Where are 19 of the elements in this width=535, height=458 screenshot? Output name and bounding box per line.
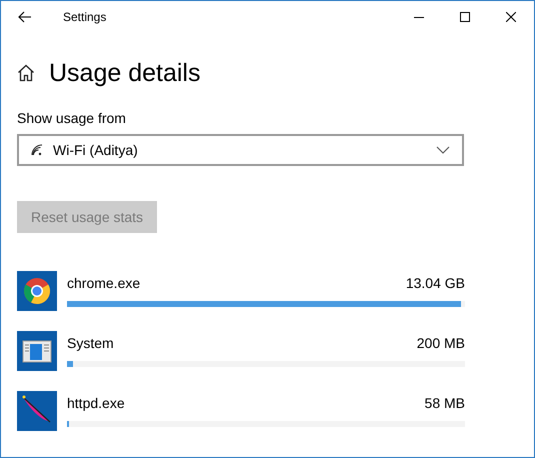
app-name: httpd.exe (67, 395, 125, 411)
network-dropdown[interactable]: Wi-Fi (Aditya) (17, 134, 464, 166)
chevron-down-icon (436, 146, 450, 154)
window-title: Settings (63, 10, 106, 24)
app-name: System (67, 335, 114, 351)
usage-amount: 58 MB (424, 395, 465, 411)
chrome-icon (17, 271, 57, 311)
feather-icon (17, 391, 57, 431)
back-arrow-icon[interactable] (18, 11, 32, 23)
usage-amount: 13.04 GB (406, 275, 465, 291)
wifi-icon (31, 144, 43, 156)
window-icon (17, 331, 57, 371)
page-heading: Usage details (49, 58, 200, 88)
app-name: chrome.exe (67, 275, 140, 291)
usage-amount: 200 MB (416, 335, 465, 351)
field-label: Show usage from (17, 110, 127, 126)
home-icon[interactable] (17, 64, 35, 82)
maximize-icon (460, 12, 470, 22)
close-icon (506, 12, 516, 22)
